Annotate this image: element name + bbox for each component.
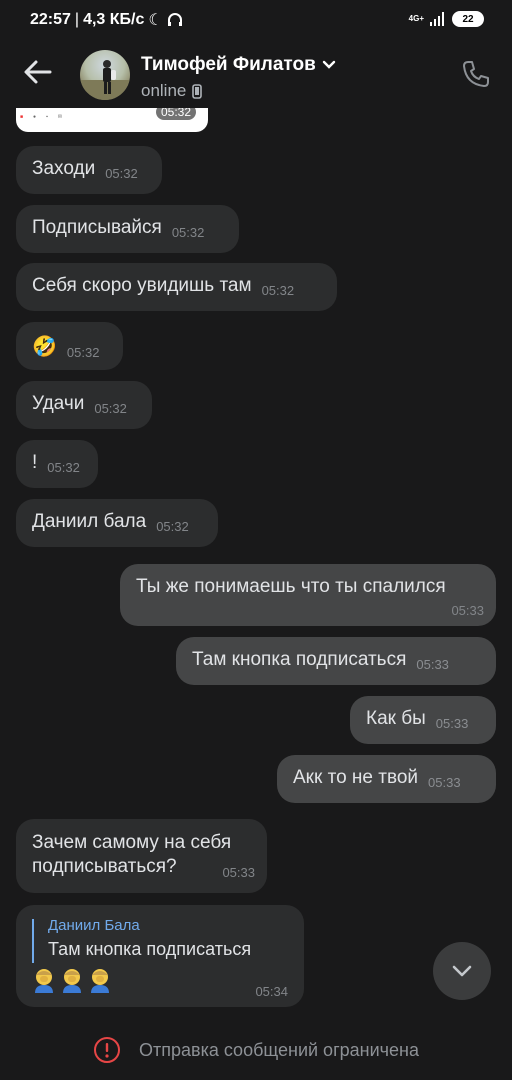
- chat-header: Тимофей Филатов online: [0, 40, 512, 108]
- message-time: 05:32: [156, 519, 189, 534]
- network-indicator: 4G+: [409, 15, 424, 23]
- message-time: 05:34: [255, 984, 288, 999]
- status-left: 22:57 | 4,3 КБ/с ☾: [30, 10, 183, 30]
- chevron-down-icon[interactable]: [322, 60, 336, 70]
- message-text: !: [32, 452, 38, 473]
- message-time: 05:32: [66, 345, 100, 360]
- battery-level: 22: [462, 13, 474, 25]
- man-facepalming-icon: [63, 969, 81, 993]
- message-text: Акк то не твой: [293, 767, 419, 788]
- mobile-phone-icon: [192, 83, 203, 99]
- status-right: 4G+ 22: [409, 11, 484, 27]
- back-arrow-icon[interactable]: [20, 54, 56, 90]
- signal-icon: [430, 12, 444, 26]
- emoji-row: [32, 967, 112, 993]
- phone-call-icon[interactable]: [460, 58, 492, 90]
- message-time: 05:33: [416, 657, 449, 672]
- message-text: Как бы: [366, 708, 426, 729]
- moon-icon: ☾: [148, 12, 163, 29]
- message-time: 05:32: [47, 460, 80, 475]
- warning-icon: [94, 1037, 120, 1063]
- status-separator: |: [74, 11, 80, 28]
- message-time: 05:32: [105, 166, 138, 181]
- message-text: 🤣: [32, 336, 57, 358]
- man-facepalming-icon: [91, 969, 109, 993]
- message-text: Ты же понимаешь что ты спалился: [136, 576, 446, 597]
- headphones-icon: [167, 13, 182, 26]
- contact-status: online: [141, 81, 203, 101]
- message-bubble[interactable]: Заходи 05:32: [16, 146, 162, 194]
- message-bubble[interactable]: 🤣 05:32: [16, 322, 123, 370]
- preview-subs-icon: ▪: [46, 114, 48, 120]
- message-list[interactable]: ■ ● ▪ ✉ 05:32 Заходи 05:32 Подписывайся 05…: [0, 108, 512, 1008]
- message-bubble-outgoing[interactable]: Акк то не твой 05:33: [277, 755, 496, 803]
- preview-tabs: ■ ● ▪ ✉: [20, 114, 62, 120]
- status-time: 22:57: [30, 11, 71, 28]
- network-label: 4G+: [408, 14, 424, 23]
- message-time: 05:32: [94, 401, 127, 416]
- message-text: Подписывайся: [32, 217, 162, 238]
- contact-name[interactable]: Тимофей Филатов: [141, 54, 316, 76]
- quoted-text: Там кнопка подписаться: [48, 939, 252, 959]
- message-bubble-outgoing[interactable]: Ты же понимаешь что ты спалился 05:33: [120, 564, 496, 626]
- message-text: Удачи: [32, 393, 85, 414]
- message-bubble-outgoing[interactable]: Как бы 05:33: [350, 696, 496, 744]
- message-text: Заходи: [32, 158, 96, 179]
- message-bubble-outgoing[interactable]: Там кнопка подписаться 05:33: [176, 637, 496, 685]
- man-facepalming-icon: [35, 969, 53, 993]
- preview-home-icon: ■: [20, 114, 24, 120]
- chevron-down-icon: [452, 965, 472, 977]
- message-bubble[interactable]: Зачем самому на себя подписываться? 05:3…: [16, 819, 267, 893]
- reply-message-bubble[interactable]: Даниил Бала Там кнопка подписаться 05:34: [16, 905, 304, 1007]
- contact-title[interactable]: Тимофей Филатов: [141, 54, 336, 76]
- message-time: 05:32: [171, 225, 205, 240]
- message-bubble[interactable]: Даниил бала 05:32: [16, 499, 218, 547]
- message-bubble[interactable]: Удачи 05:32: [16, 381, 152, 429]
- battery-icon: 22: [452, 11, 484, 27]
- message-time: 05:33: [435, 716, 469, 731]
- message-text: Там кнопка подписаться: [192, 649, 407, 670]
- avatar[interactable]: [80, 50, 130, 100]
- message-bubble[interactable]: ! 05:32: [16, 440, 98, 488]
- status-speed: 4,3 КБ/с: [83, 11, 145, 28]
- message-time: 05:33: [222, 865, 255, 880]
- avatar-person-icon: [80, 60, 130, 100]
- restriction-notice: Отправка сообщений ограничена: [139, 1040, 419, 1060]
- message-time: 05:33: [428, 775, 461, 790]
- message-text: Себя скоро увидишь там: [32, 275, 252, 296]
- preview-time: 05:32: [156, 108, 197, 120]
- scroll-down-button[interactable]: [433, 942, 491, 1000]
- message-text: Даниил бала: [32, 511, 147, 532]
- quote-bar: [32, 919, 34, 963]
- preview-nav-icon: ●: [33, 114, 37, 120]
- status-text: online: [141, 81, 187, 100]
- message-time: 05:32: [261, 283, 295, 298]
- message-bubble[interactable]: Себя скоро увидишь там 05:32: [16, 263, 337, 311]
- status-bar: 22:57 | 4,3 КБ/с ☾ 4G+ 22: [0, 0, 512, 40]
- image-preview[interactable]: ■ ● ▪ ✉ 05:32: [16, 108, 208, 132]
- quoted-author[interactable]: Даниил Бала: [48, 917, 140, 934]
- restriction-footer: Отправка сообщений ограничена: [0, 1020, 512, 1080]
- message-bubble[interactable]: Подписывайся 05:32: [16, 205, 239, 253]
- message-time: 05:33: [451, 603, 484, 618]
- preview-inbox-icon: ✉: [57, 114, 63, 120]
